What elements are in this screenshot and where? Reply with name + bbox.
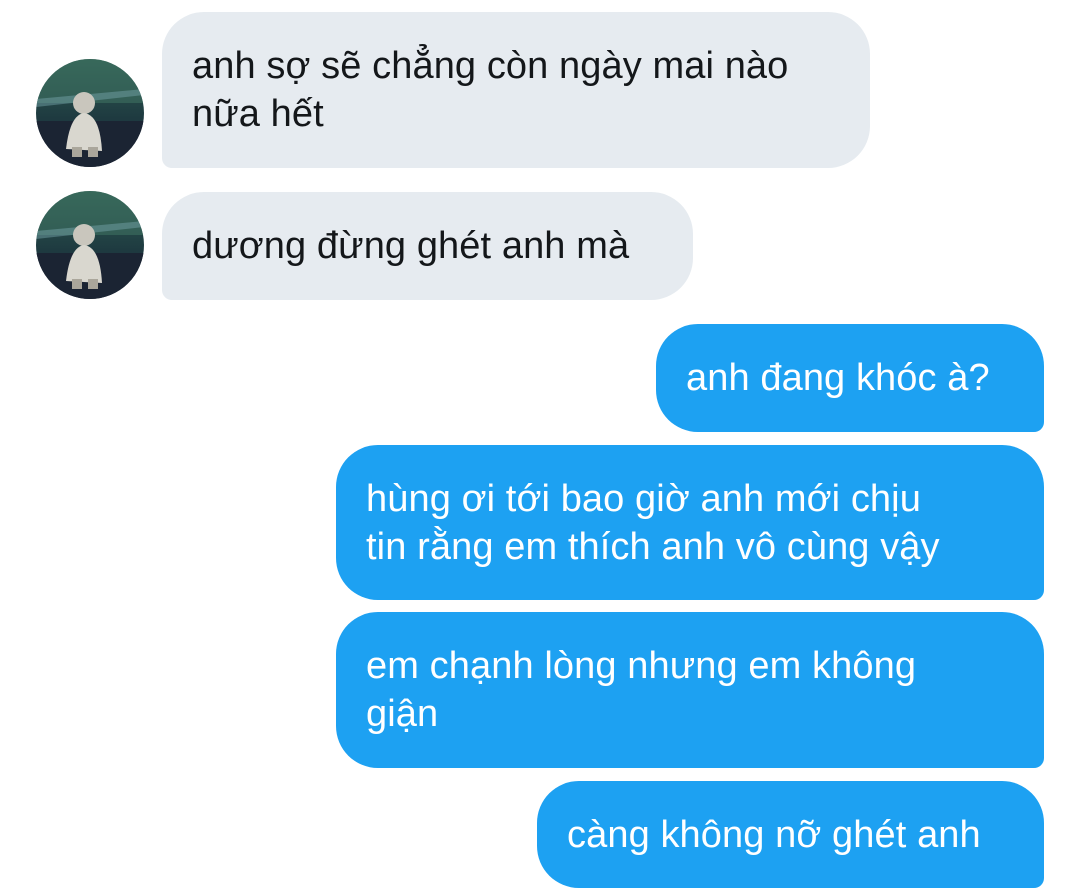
message-text-line: càng không nỡ ghét anh	[567, 814, 981, 856]
message-text-line: anh sợ sẽ chẳng còn ngày mai nào	[192, 45, 789, 87]
contact-avatar[interactable]	[36, 59, 144, 167]
message-text-line: tin rằng em thích anh vô cùng vậy	[366, 526, 940, 568]
message-text-line: nữa hết	[192, 93, 324, 135]
outgoing-message-bubble[interactable]: em chạnh lòng nhưng em không giận	[336, 612, 1044, 768]
message-text-line: giận	[366, 693, 439, 735]
outgoing-message-bubble[interactable]: càng không nỡ ghét anh	[537, 781, 1044, 888]
message-text-line: em chạnh lòng nhưng em không	[366, 645, 917, 687]
incoming-message-bubble[interactable]: anh sợ sẽ chẳng còn ngày mai nào nữa hết	[162, 12, 870, 168]
message-text-line: anh đang khóc à?	[686, 357, 990, 399]
contact-photo-icon	[36, 191, 144, 299]
message-text-line: dương đừng ghét anh mà	[192, 225, 630, 267]
contact-avatar[interactable]	[36, 191, 144, 299]
incoming-message-bubble[interactable]: dương đừng ghét anh mà	[162, 192, 693, 300]
contact-photo-icon	[36, 59, 144, 167]
outgoing-message-bubble[interactable]: anh đang khóc à?	[656, 324, 1044, 432]
outgoing-message-bubble[interactable]: hùng ơi tới bao giờ anh mới chịu tin rằn…	[336, 445, 1044, 600]
message-text-line: hùng ơi tới bao giờ anh mới chịu	[366, 478, 921, 520]
